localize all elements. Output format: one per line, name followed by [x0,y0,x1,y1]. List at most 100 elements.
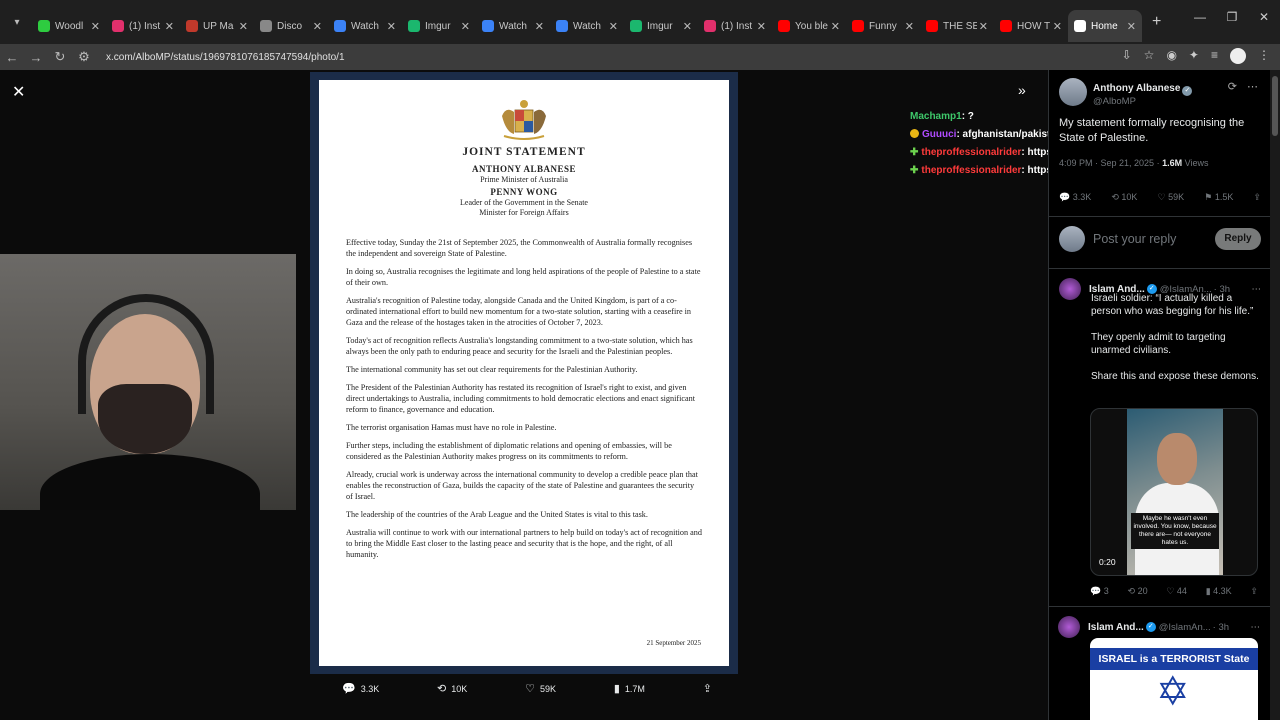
bookmark-button[interactable]: ⚑ 1.5K [1204,192,1233,203]
tab-close-icon[interactable]: ✕ [535,20,544,33]
tab-close-icon[interactable]: ✕ [239,20,248,33]
bookmark-star-icon[interactable]: ☆ [1144,48,1155,64]
browser-tab[interactable]: Imgur ✕ [402,10,476,42]
post-views-count: 1.6M [1162,158,1183,168]
site-info-icon[interactable]: ⚙ [72,49,96,65]
views-button[interactable]: ▮ 4.3K [1206,586,1232,597]
back-icon[interactable]: ← [0,50,24,65]
tab-close-icon[interactable]: ✕ [905,20,914,33]
browser-tab[interactable]: Funny ✕ [846,10,920,42]
post-image[interactable]: JOINT STATEMENT ANTHONY ALBANESE Prime M… [310,72,738,674]
reply-submit-button[interactable]: Reply [1215,228,1261,250]
reply-header: Islam And... ✓ @IslamAn... · 3h ⋯ [1058,616,1260,638]
tab-close-icon[interactable]: ✕ [1127,20,1136,33]
reply-count: 3.3K [360,683,380,694]
post-timestamp[interactable]: 4:09 PM · Sep 21, 2025 · [1059,158,1160,168]
minimize-icon[interactable]: — [1184,10,1216,24]
tab-close-icon[interactable]: ✕ [165,20,174,33]
browser-tab[interactable]: Watch ✕ [550,10,624,42]
profile-avatar[interactable] [1230,48,1246,64]
reply-post[interactable]: Islam And... ✓ @IslamAn... · 3h ⋯ [1058,616,1260,638]
tab-close-icon[interactable]: ✕ [609,20,618,33]
tab-close-icon[interactable]: ✕ [461,20,470,33]
like-button[interactable]: ♡ 59K [1158,192,1185,203]
reply-icon: 💬 [342,683,356,695]
browser-tab[interactable]: UP Ma ✕ [180,10,254,42]
repost-count: 20 [1137,586,1148,596]
browser-tab-strip: ▾ Woodl ✕ (1) Inst ✕ UP Ma ✕ Disco ✕ Watch ✕ Imgur… [0,0,1280,44]
scrollbar-thumb[interactable] [1272,76,1278,136]
tab-close-icon[interactable]: ✕ [1053,20,1062,33]
reply-post[interactable]: Islam And... ✓ @IslamAn... · 3h ⋯ Israeli… [1059,278,1261,382]
reply-button[interactable]: 💬 3 [1090,586,1109,597]
video-face [1157,433,1197,485]
author-name[interactable]: Anthony Albanese [1093,83,1180,94]
menu-icon[interactable]: ⋮ [1258,48,1270,64]
browser-tab[interactable]: THE SE ✕ [920,10,994,42]
repost-button[interactable]: ⟲ 10K [1111,192,1137,203]
reply-button[interactable]: 💬 3.3K [1059,192,1091,203]
grok-icon[interactable]: ⟳ [1228,80,1237,93]
heart-icon: ♡ [1157,192,1166,202]
reload-icon[interactable]: ↻ [48,49,72,65]
reply-input[interactable]: Post your reply [1093,232,1215,246]
tab-search-icon[interactable]: ▾ [8,13,26,31]
views-button[interactable]: ▮ 1.7M [614,682,645,695]
share-button[interactable]: ⇪ [703,682,712,695]
reply-age: · 3h [1212,621,1230,633]
heart-icon: ♡ [525,683,535,695]
scrollbar[interactable] [1270,70,1280,720]
tab-close-icon[interactable]: ✕ [313,20,322,33]
repost-button[interactable]: ⟲ 10K [437,682,467,695]
new-tab-icon[interactable]: + [1152,13,1161,31]
tab-close-icon[interactable]: ✕ [387,20,396,33]
puzzle-icon[interactable]: ✦ [1189,48,1199,64]
repost-button[interactable]: ⟲ 20 [1128,586,1148,597]
avatar[interactable] [1059,78,1087,106]
browser-tab[interactable]: (1) Inst ✕ [106,10,180,42]
browser-tab[interactable]: Disco ✕ [254,10,328,42]
post-meta: 4:09 PM · Sep 21, 2025 · 1.6M Views [1059,158,1208,168]
headset-icon [78,294,214,414]
more-icon[interactable]: ⋯ [1251,622,1261,633]
browser-tab[interactable]: Watch ✕ [328,10,402,42]
browser-tab[interactable]: (1) Inst ✕ [698,10,772,42]
tab-close-icon[interactable]: ✕ [91,20,100,33]
share-button[interactable]: ⇪ [1253,192,1261,203]
reply-image[interactable]: ISRAEL is a TERRORIST State ✡ [1090,638,1258,720]
close-icon[interactable]: ✕ [12,82,25,102]
forward-icon[interactable]: → [24,50,48,65]
browser-tab[interactable]: You ble ✕ [772,10,846,42]
document-date: 21 September 2025 [646,639,701,647]
browser-tab[interactable]: Woodl ✕ [32,10,106,42]
tab-close-icon[interactable]: ✕ [683,20,692,33]
like-button[interactable]: ♡ 44 [1166,586,1187,597]
browser-tab[interactable]: Imgur ✕ [624,10,698,42]
reply-button[interactable]: 💬 3.3K [342,682,379,695]
statement-body: Effective today, Sunday the 21st of Sept… [346,237,702,567]
extension-icon[interactable]: ◉ [1166,48,1176,64]
expand-panel-icon[interactable]: » [1018,82,1026,98]
reply-author-name[interactable]: Islam And... [1088,622,1144,633]
browser-tab[interactable]: HOW T ✕ [994,10,1068,42]
url-field[interactable]: x.com/AlboMP/status/1969781076185747594/… [106,52,345,63]
install-icon[interactable]: ⇩ [1122,48,1132,64]
more-icon[interactable]: ⋯ [1247,80,1258,93]
media-icon[interactable]: ≡ [1211,48,1218,64]
avatar[interactable] [1059,278,1081,300]
tab-close-icon[interactable]: ✕ [979,20,988,33]
like-button[interactable]: ♡ 59K [525,682,556,695]
tab-close-icon[interactable]: ✕ [757,20,766,33]
tab-close-icon[interactable]: ✕ [831,20,840,33]
author-handle[interactable]: @AlboMP [1093,96,1192,107]
post-author[interactable]: Anthony Albanese ✓ @AlboMP [1059,78,1193,107]
restore-icon[interactable]: ❐ [1216,10,1248,24]
close-window-icon[interactable]: ✕ [1248,10,1280,24]
reply-video[interactable]: Maybe he wasn't even involved. You know,… [1090,408,1258,576]
signatory-1-name: ANTHONY ALBANESE [472,164,576,174]
avatar[interactable] [1058,616,1080,638]
share-button[interactable]: ⇪ [1250,586,1258,597]
browser-tab[interactable]: Home ✕ [1068,10,1142,42]
browser-tab[interactable]: Watch ✕ [476,10,550,42]
reply-count: 3.3K [1072,192,1092,202]
